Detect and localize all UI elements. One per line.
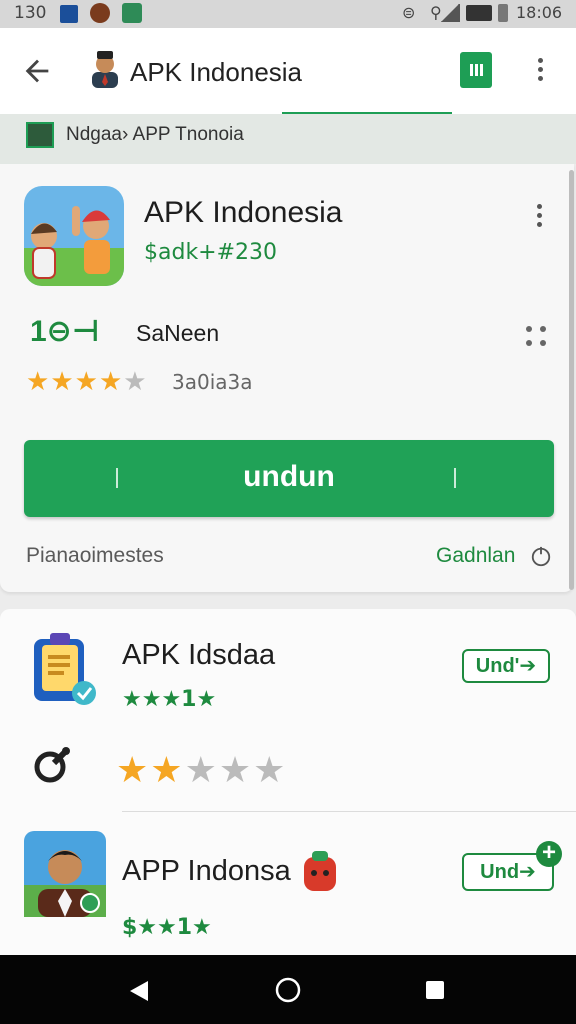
rating-stars: ★★★★★ bbox=[116, 749, 287, 791]
signal-icon bbox=[440, 4, 460, 22]
add-icon[interactable]: + bbox=[536, 841, 562, 867]
battery-icon bbox=[498, 4, 508, 22]
bookmark-icon[interactable] bbox=[460, 52, 492, 88]
grid-icon[interactable] bbox=[526, 326, 548, 348]
app-icon bbox=[24, 186, 124, 286]
list-item-rating: ★★★1★ bbox=[122, 687, 217, 712]
app-notification-icon bbox=[122, 3, 142, 23]
list-item[interactable]: APP Indonsa $★★1★ Und➔ + bbox=[0, 819, 576, 969]
man-portrait-app-icon bbox=[24, 831, 106, 917]
link-icon bbox=[34, 747, 70, 783]
permissions-link[interactable]: Pianaoimestes bbox=[26, 544, 164, 568]
rating-stars: ★★★★★ bbox=[26, 366, 148, 397]
star-empty-icon: ★ bbox=[184, 749, 219, 790]
nav-back-icon[interactable] bbox=[128, 979, 150, 1003]
star-filled-icon: ★ bbox=[26, 366, 51, 396]
red-robot-icon bbox=[304, 851, 336, 891]
status-bar: 130 ⊜ ⚲ 18:06 bbox=[0, 0, 576, 28]
clipboard-app-icon bbox=[34, 633, 96, 705]
star-filled-icon: ★ bbox=[74, 366, 99, 396]
nav-home-icon[interactable] bbox=[274, 976, 302, 1004]
star-empty-icon: ★ bbox=[218, 749, 254, 790]
card-overflow-menu-icon[interactable] bbox=[537, 204, 543, 231]
app-bar: APK Indonesia bbox=[0, 28, 576, 115]
notification-icon bbox=[60, 5, 78, 23]
back-arrow-icon[interactable] bbox=[20, 54, 54, 88]
app-detail-card: APK Indonesia $adk+#230 1⊖⊣ SaNeen ★★★★★… bbox=[0, 164, 574, 592]
divider bbox=[122, 811, 576, 812]
star-filled-icon: ★ bbox=[116, 749, 151, 790]
wifi-icon: ⊜ bbox=[402, 3, 416, 22]
star-empty-icon: ★ bbox=[253, 749, 288, 790]
rating-count: 3a0ia3a bbox=[172, 370, 253, 394]
breadcrumb: Ndgaa› APP Tnonoia bbox=[0, 114, 576, 164]
star-filled-icon: ★ bbox=[98, 366, 124, 396]
details-link[interactable]: Gadnlan bbox=[436, 544, 515, 568]
navigation-bar bbox=[0, 955, 576, 1024]
install-button[interactable]: undun bbox=[24, 440, 554, 517]
app-name: APK Indonesia bbox=[144, 196, 343, 229]
app-list: APK Idsdaa ★★★1★ Und'➔ ★★★★★ APP Indonsa bbox=[0, 609, 576, 969]
list-item-rating: $★★1★ bbox=[122, 915, 212, 940]
app-bar-title: APK Indonesia bbox=[130, 57, 303, 87]
camera-icon bbox=[90, 3, 110, 23]
star-empty-icon: ★ bbox=[123, 366, 148, 396]
download-count: 1⊖⊣ bbox=[30, 315, 100, 348]
avatar-icon bbox=[92, 51, 118, 88]
install-button-label: undun bbox=[243, 460, 335, 493]
download-label: SaNeen bbox=[136, 320, 220, 346]
status-time-left: 130 bbox=[14, 3, 47, 23]
breadcrumb-text[interactable]: Ndgaa› APP Tnonoia bbox=[66, 124, 244, 146]
app-thumbnail-icon bbox=[26, 122, 54, 148]
update-button[interactable]: Und'➔ bbox=[462, 649, 550, 683]
scrollbar[interactable] bbox=[569, 170, 574, 590]
app-developer-tag: $adk+#230 bbox=[144, 240, 278, 265]
nav-recents-icon[interactable] bbox=[424, 979, 446, 1001]
overflow-menu-icon[interactable] bbox=[538, 58, 544, 85]
list-item-title: APK Idsdaa bbox=[122, 639, 276, 671]
update-button-label: Und'➔ bbox=[475, 655, 537, 677]
refresh-icon[interactable] bbox=[530, 546, 552, 568]
star-filled-icon: ★ bbox=[150, 749, 185, 790]
sim-icon bbox=[466, 5, 492, 21]
list-item[interactable]: APK Idsdaa ★★★1★ Und'➔ ★★★★★ bbox=[0, 609, 576, 809]
list-item-title: APP Indonsa bbox=[122, 855, 291, 887]
star-filled-icon: ★ bbox=[50, 366, 75, 396]
status-time-right: 18:06 bbox=[516, 3, 563, 22]
button-divider-right bbox=[454, 468, 456, 488]
